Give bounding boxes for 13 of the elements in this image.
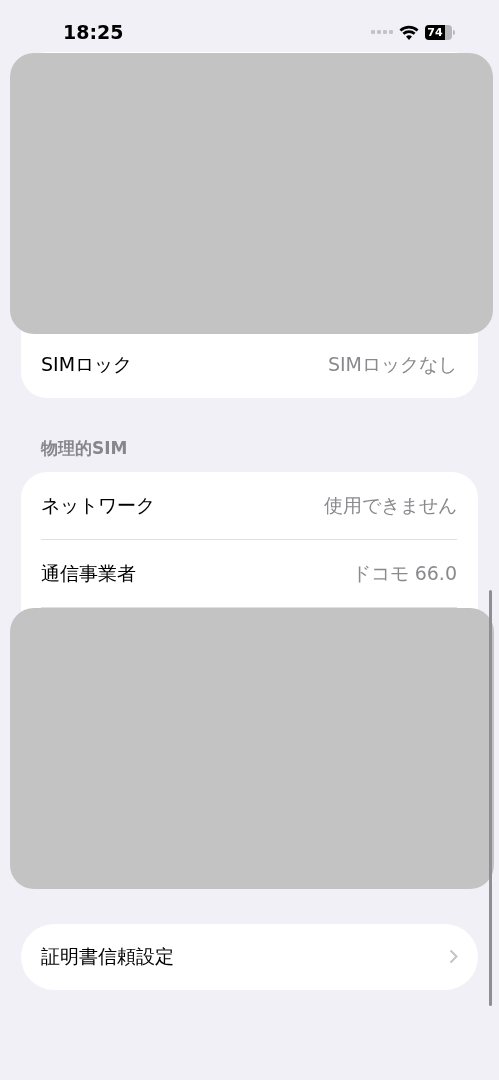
- section-header: 物理的SIM: [41, 437, 129, 460]
- wifi-icon: [399, 24, 419, 40]
- row-label: 通信事業者: [41, 560, 136, 586]
- battery-icon: 74: [425, 24, 455, 40]
- row-value: ドコモ 66.0: [351, 560, 457, 586]
- row-value: SIMロックなし: [327, 352, 457, 378]
- chevron-right-icon: [449, 949, 458, 964]
- row-label: SIMロック: [41, 352, 133, 378]
- no-signal-icon: [371, 30, 393, 34]
- row-value: 使用できません: [324, 492, 457, 518]
- status-time: 18:25: [63, 19, 124, 45]
- row-label: ネットワーク: [41, 492, 155, 518]
- certificate-trust-row[interactable]: 証明書信頼設定: [21, 923, 478, 990]
